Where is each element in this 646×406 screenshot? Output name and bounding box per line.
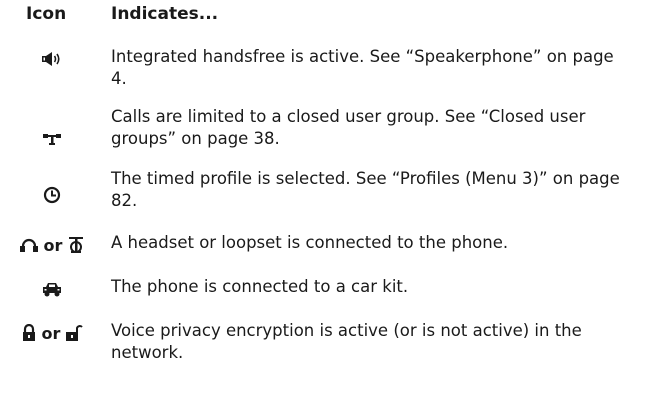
or-text: or xyxy=(43,235,63,255)
row-description: The timed profile is selected. See “Prof… xyxy=(111,169,620,210)
row-description: Voice privacy encryption is active (or i… xyxy=(111,321,582,362)
row-description: Integrated handsfree is active. See “Spe… xyxy=(111,47,614,88)
column-header-indicates: Indicates... xyxy=(111,4,219,24)
icon-cell xyxy=(0,50,104,68)
car-kit-icon xyxy=(43,283,61,297)
column-header-icon: Icon xyxy=(26,4,67,24)
lock-closed-icon xyxy=(22,324,35,341)
loopset-icon xyxy=(69,237,84,253)
speaker-icon xyxy=(42,52,60,66)
lock-open-icon xyxy=(66,325,84,341)
or-text: or xyxy=(41,323,61,343)
icon-cell: or xyxy=(0,234,104,256)
timed-profile-clock-icon xyxy=(43,186,61,204)
headset-icon xyxy=(19,238,38,252)
icon-cell: or xyxy=(0,322,104,344)
row-description: Calls are limited to a closed user group… xyxy=(111,107,586,148)
row-description: The phone is connected to a car kit. xyxy=(111,277,409,296)
icon-cell xyxy=(0,130,104,148)
icon-cell xyxy=(0,279,104,299)
icon-cell xyxy=(0,184,104,206)
row-description: A headset or loopset is connected to the… xyxy=(111,233,509,252)
closed-user-group-icon xyxy=(43,134,61,145)
icon-table: Icon Indicates... Integrated handsfree i… xyxy=(0,0,646,406)
